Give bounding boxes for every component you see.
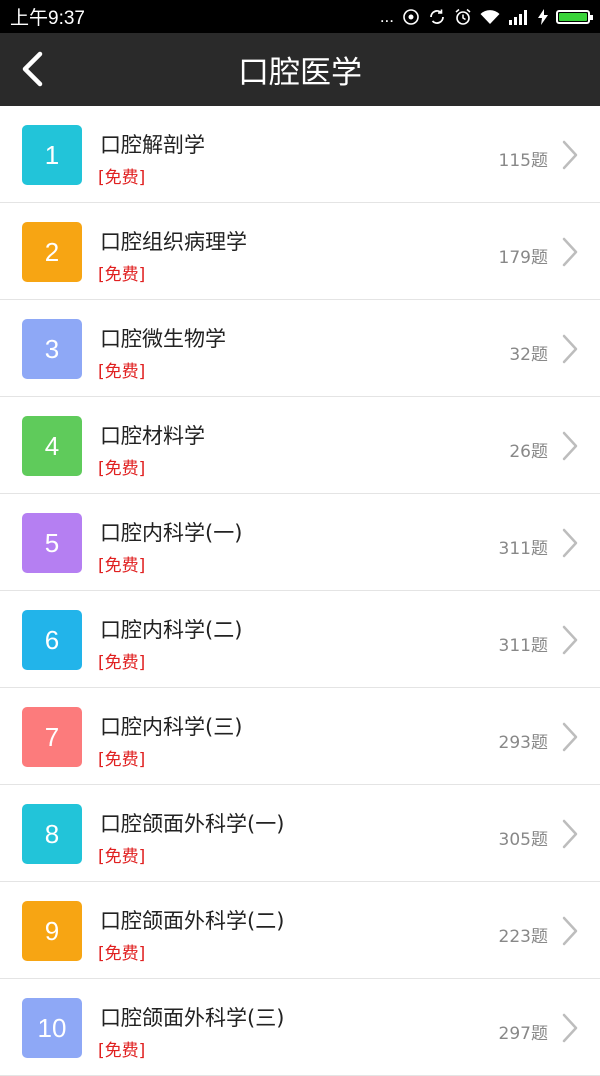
item-title: 口腔材料学 [100,424,205,448]
item-number-badge: 9 [22,901,82,961]
course-list: 1 口腔解剖学 [免费] 115题 2 口腔组织病理学 [免费] 179题 3 口腔微生物学 [免费… [0,106,600,1076]
back-button[interactable] [12,49,52,89]
item-free-tag: [免费] [98,362,146,382]
item-title: 口腔颌面外科学(三) [100,1006,285,1030]
chevron-right-icon [562,819,578,849]
header: 口腔医学 [0,33,600,106]
item-question-count: 26题 [509,442,548,462]
chevron-right-icon [562,140,578,170]
item-number-badge: 10 [22,998,82,1058]
status-bar: 上午9:37 ... [0,0,600,33]
chevron-right-icon [562,722,578,752]
item-number-badge: 7 [22,707,82,767]
list-item[interactable]: 5 口腔内科学(一) [免费] 311题 [0,494,600,591]
item-title: 口腔微生物学 [100,327,226,351]
more-icon: ... [379,6,394,26]
item-free-tag: [免费] [98,750,146,770]
list-item[interactable]: 1 口腔解剖学 [免费] 115题 [0,106,600,203]
list-item[interactable]: 10 口腔颌面外科学(三) [免费] 297题 [0,979,600,1076]
chevron-right-icon [562,916,578,946]
back-chevron-icon [22,51,43,87]
item-free-tag: [免费] [98,459,146,479]
list-item[interactable]: 9 口腔颌面外科学(二) [免费] 223题 [0,882,600,979]
item-title: 口腔内科学(三) [100,715,243,739]
chevron-right-icon [562,528,578,558]
chevron-right-icon [562,1013,578,1043]
page-title: 口腔医学 [238,55,362,91]
item-title: 口腔颌面外科学(二) [100,909,285,933]
alarm-icon [455,8,471,25]
chevron-right-icon [562,431,578,461]
item-free-tag: [免费] [98,944,146,964]
list-item[interactable]: 8 口腔颌面外科学(一) [免费] 305题 [0,785,600,882]
item-question-count: 293题 [498,733,548,753]
item-question-count: 297题 [498,1024,548,1044]
item-free-tag: [免费] [98,847,146,867]
list-item[interactable]: 3 口腔微生物学 [免费] 32题 [0,300,600,397]
item-number-badge: 6 [22,610,82,670]
item-question-count: 179题 [498,248,548,268]
item-free-tag: [免费] [98,265,146,285]
sync-icon [430,9,444,24]
item-title: 口腔组织病理学 [100,230,247,254]
wifi-icon [480,9,500,24]
item-number-badge: 4 [22,416,82,476]
battery-level [559,12,587,21]
item-title: 口腔内科学(二) [100,618,243,642]
status-time: 上午9:37 [10,8,85,29]
chevron-right-icon [562,625,578,655]
list-item[interactable]: 7 口腔内科学(三) [免费] 293题 [0,688,600,785]
list-item[interactable]: 2 口腔组织病理学 [免费] 179题 [0,203,600,300]
battery-icon [556,9,593,24]
item-title: 口腔内科学(一) [100,521,243,545]
item-question-count: 311题 [498,636,548,656]
item-number-badge: 1 [22,125,82,185]
item-question-count: 32题 [509,345,548,365]
list-item[interactable]: 4 口腔材料学 [免费] 26题 [0,397,600,494]
item-number-badge: 2 [22,222,82,282]
chevron-right-icon [562,334,578,364]
item-title: 口腔颌面外科学(一) [100,812,285,836]
item-question-count: 115题 [498,151,548,171]
item-question-count: 223题 [498,927,548,947]
item-question-count: 305题 [498,830,548,850]
item-free-tag: [免费] [98,556,146,576]
item-free-tag: [免费] [98,1041,146,1061]
list-item[interactable]: 6 口腔内科学(二) [免费] 311题 [0,591,600,688]
item-free-tag: [免费] [98,168,146,188]
status-icons: ... [379,6,593,27]
item-number-badge: 3 [22,319,82,379]
item-number-badge: 5 [22,513,82,573]
charging-icon [538,8,548,25]
item-question-count: 311题 [498,539,548,559]
item-free-tag: [免费] [98,653,146,673]
hotspot-icon [403,8,419,25]
item-number-badge: 8 [22,804,82,864]
item-title: 口腔解剖学 [100,133,205,157]
chevron-right-icon [562,237,578,267]
cell-signal-icon [509,9,527,25]
